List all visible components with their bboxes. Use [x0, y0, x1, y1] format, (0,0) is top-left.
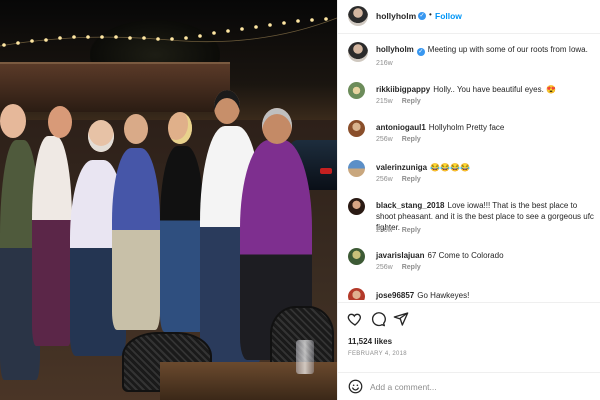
comment-age: 256w	[376, 264, 393, 271]
caption-age: 216w	[376, 60, 393, 67]
post-date: FEBRUARY 4, 2018	[348, 351, 407, 357]
comment-text: valerinzuniga 😂😂😂😂	[376, 162, 598, 173]
person-2	[32, 136, 72, 346]
avatar[interactable]	[348, 6, 368, 26]
avatar[interactable]	[348, 82, 365, 99]
person-5-head	[168, 112, 192, 144]
comment-body: 😂😂😂😂	[430, 163, 470, 172]
person-2-head	[48, 106, 72, 138]
comment-meta: 215w Reply	[376, 98, 430, 105]
comment-text: antoniogaul1 Hollyholm Pretty face	[376, 122, 598, 133]
post-actions: 11,524 likes FEBRUARY 4, 2018	[338, 302, 600, 372]
heart-icon[interactable]	[347, 311, 363, 327]
comment-item: jose96857 Go Hawkeyes!	[348, 288, 598, 300]
post-photo[interactable]	[0, 0, 337, 400]
comment-body: 67 Come to Colorado	[427, 251, 504, 260]
person-7-head	[262, 108, 292, 144]
verified-icon: ✓	[416, 48, 425, 56]
comment-body: Go Hawkeyes!	[417, 291, 470, 300]
verified-icon: ✓	[418, 12, 426, 20]
comment-username[interactable]: valerinzuniga	[376, 163, 427, 172]
comment-body: Holly.. You have beautiful eyes. 😍	[433, 85, 557, 94]
comment-body: Hollyholm Pretty face	[428, 123, 505, 132]
caption-body: Meeting up with some of our roots from I…	[427, 45, 588, 54]
likes-count[interactable]: 11,524 likes	[348, 337, 392, 346]
comment-item: antoniogaul1 Hollyholm Pretty face 256w Re…	[348, 120, 598, 148]
comment-username[interactable]: rikkiibigpappy	[376, 85, 430, 94]
post-sidebar: hollyholm ✓ • Follow hollyholm ✓ Meeting u…	[337, 0, 600, 400]
reply-button[interactable]: Reply	[402, 176, 421, 183]
avatar[interactable]	[348, 288, 365, 300]
smiley-icon[interactable]	[348, 379, 363, 394]
comment-text: rikkiibigpappy Holly.. You have beautiful…	[376, 84, 598, 95]
comment-username[interactable]: jose96857	[376, 291, 414, 300]
comment-text: jose96857 Go Hawkeyes!	[376, 290, 598, 300]
person-5	[160, 146, 204, 332]
comment-item: valerinzuniga 😂😂😂😂 256w Reply	[348, 160, 598, 188]
reply-button[interactable]: Reply	[402, 136, 421, 143]
comment-item: rikkiibigpappy Holly.. You have beautiful…	[348, 82, 598, 110]
comment-input[interactable]	[370, 380, 590, 394]
comment-icon[interactable]	[370, 311, 386, 327]
restaurant-building	[0, 62, 230, 112]
comment-item: black_stang_2018 Love iowa!!! That is the…	[348, 198, 598, 238]
person-6-head	[214, 90, 240, 124]
caption-username[interactable]: hollyholm	[376, 45, 414, 54]
avatar[interactable]	[348, 120, 365, 137]
avatar[interactable]	[348, 198, 365, 215]
comment-age: 256w	[376, 176, 393, 183]
share-icon[interactable]	[393, 311, 409, 327]
reply-button[interactable]: Reply	[402, 98, 421, 105]
comment-meta: 256w Reply	[376, 264, 430, 271]
avatar[interactable]	[348, 248, 365, 265]
avatar[interactable]	[348, 42, 368, 62]
water-glass	[296, 340, 314, 374]
person-1-head	[0, 104, 26, 138]
reply-button[interactable]: Reply	[402, 264, 421, 271]
comment-text: javarislajuan 67 Come to Colorado	[376, 250, 598, 261]
car-taillight	[320, 168, 332, 174]
post-header: hollyholm ✓ • Follow	[338, 0, 600, 34]
comment-age: 215w	[376, 98, 393, 105]
comment-age: 256w	[376, 136, 393, 143]
person-3-head	[88, 120, 114, 152]
caption: hollyholm ✓ Meeting up with some of our ro…	[348, 42, 598, 70]
string-lights	[0, 17, 337, 47]
person-4-head	[124, 114, 148, 144]
comment-age: 256w	[376, 227, 393, 234]
avatar[interactable]	[348, 160, 365, 177]
caption-text: hollyholm ✓ Meeting up with some of our ro…	[376, 44, 598, 56]
add-comment-bar	[338, 372, 600, 400]
comment-username[interactable]: black_stang_2018	[376, 201, 445, 210]
comment-username[interactable]: antoniogaul1	[376, 123, 426, 132]
follow-button[interactable]: Follow	[435, 11, 462, 21]
comment-meta: 256w Reply	[376, 227, 430, 234]
separator: •	[429, 10, 432, 19]
comment-item: javarislajuan 67 Come to Colorado 256w Rep…	[348, 248, 598, 276]
comment-meta: 256w Reply	[376, 176, 430, 183]
comment-meta: 256w Reply	[376, 136, 430, 143]
comment-username[interactable]: javarislajuan	[376, 251, 424, 260]
reply-button[interactable]: Reply	[402, 227, 421, 234]
person-4	[112, 148, 160, 330]
caption-meta: 216w	[376, 60, 402, 67]
header-username[interactable]: hollyholm	[376, 11, 416, 21]
